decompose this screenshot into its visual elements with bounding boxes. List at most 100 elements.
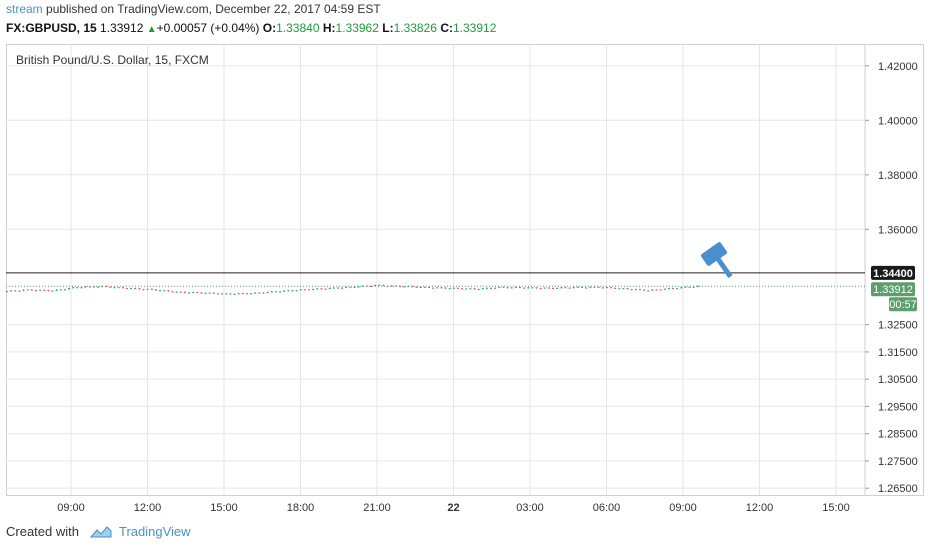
- candle: [676, 288, 679, 290]
- y-tick-label: 1.32500: [878, 320, 918, 332]
- candle: [76, 287, 79, 289]
- candle: [634, 289, 637, 291]
- candle: [6, 291, 8, 293]
- candle: [651, 289, 654, 291]
- candle: [510, 287, 513, 289]
- candle: [647, 290, 650, 292]
- chart-frame: [6, 44, 924, 496]
- candle: [183, 291, 186, 293]
- candle: [609, 287, 612, 289]
- x-tick-label: 09:00: [669, 502, 697, 514]
- candle: [502, 286, 505, 288]
- candle: [55, 289, 58, 291]
- candle: [481, 288, 484, 290]
- open-label: O:: [262, 21, 277, 35]
- candle: [547, 287, 550, 289]
- candle: [154, 289, 157, 291]
- candle: [130, 288, 133, 290]
- candle: [324, 288, 327, 290]
- candle: [47, 290, 50, 292]
- candle: [266, 291, 269, 293]
- symbol-label[interactable]: FX:GBPUSD, 15: [6, 21, 97, 35]
- candle: [539, 288, 542, 290]
- candle: [564, 287, 567, 289]
- tradingview-link[interactable]: TradingView: [119, 524, 191, 539]
- candle: [630, 289, 633, 291]
- candle: [97, 286, 100, 288]
- candle: [390, 285, 393, 287]
- candle: [527, 287, 530, 289]
- y-tick-label: 1.27500: [878, 456, 918, 468]
- candle: [254, 292, 257, 294]
- author-link[interactable]: stream: [6, 2, 43, 16]
- candle: [572, 287, 575, 289]
- tradingview-logo-icon: [89, 525, 112, 537]
- candle: [403, 286, 406, 288]
- candle: [692, 286, 695, 288]
- candle: [237, 293, 240, 295]
- candle: [432, 287, 435, 289]
- candle: [585, 287, 588, 289]
- candle: [336, 287, 339, 289]
- candle: [531, 287, 534, 289]
- candle: [117, 287, 120, 289]
- candle: [349, 286, 352, 288]
- candle: [113, 287, 116, 289]
- candle: [312, 289, 315, 291]
- candle: [138, 288, 141, 290]
- x-tick-label: 12:00: [746, 502, 774, 514]
- candle: [307, 289, 310, 291]
- price-chart[interactable]: 1.42000 1.40000 1.38000 1.36000 1.32500 1.315…: [6, 44, 924, 518]
- candle: [622, 288, 625, 290]
- candle: [626, 288, 629, 290]
- candle: [663, 288, 666, 290]
- candle: [14, 290, 17, 292]
- candle: [159, 290, 162, 292]
- candle: [614, 287, 617, 289]
- candle: [465, 288, 468, 290]
- candle: [328, 287, 331, 289]
- candle: [643, 289, 646, 291]
- candle: [270, 291, 273, 293]
- candle: [262, 292, 265, 294]
- high-value: 1.33962: [335, 21, 379, 35]
- candle: [490, 287, 493, 289]
- candle: [30, 289, 33, 291]
- candle: [291, 290, 294, 292]
- candle: [589, 286, 592, 288]
- x-tick-label: 09:00: [57, 502, 85, 514]
- countdown-label: 00:57: [889, 299, 917, 311]
- footer: Created with TradingView: [6, 524, 191, 539]
- low-label: L:: [382, 21, 394, 35]
- candle: [287, 290, 290, 292]
- y-tick-label: 1.42000: [878, 61, 918, 73]
- candle: [125, 288, 128, 290]
- candle: [341, 287, 344, 289]
- candle: [423, 286, 426, 288]
- candle: [26, 289, 29, 291]
- y-tick-label: 1.29500: [878, 401, 918, 413]
- candle: [506, 287, 509, 289]
- candle: [320, 288, 323, 290]
- candle: [345, 286, 348, 288]
- candle: [523, 287, 526, 289]
- candle: [171, 291, 174, 293]
- candle: [456, 287, 459, 289]
- candle: [51, 290, 54, 292]
- candle: [39, 289, 42, 291]
- candle: [146, 288, 149, 290]
- candle: [494, 287, 497, 289]
- candle: [518, 287, 521, 289]
- x-tick-label: 18:00: [287, 502, 315, 514]
- close-value: 1.33912: [452, 21, 497, 35]
- candle: [427, 286, 430, 288]
- candle: [552, 287, 555, 289]
- candle: [618, 288, 621, 290]
- candle: [353, 286, 356, 288]
- candle: [667, 288, 670, 290]
- candle: [303, 289, 306, 291]
- candle: [241, 293, 244, 295]
- candle: [688, 286, 691, 288]
- candle: [221, 293, 224, 295]
- candle: [229, 293, 232, 295]
